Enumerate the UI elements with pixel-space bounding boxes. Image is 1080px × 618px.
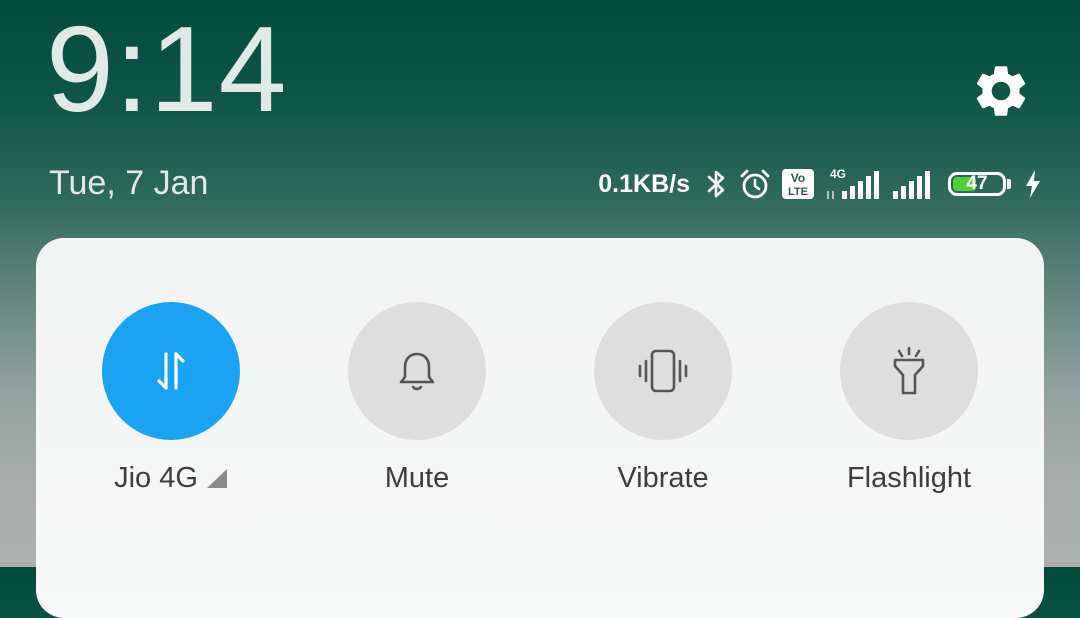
status-bar: 0.1KB/s Vo LTE 4G 47 bbox=[598, 164, 1042, 204]
charging-icon bbox=[1026, 170, 1040, 198]
bell-icon bbox=[399, 352, 435, 391]
alarm-icon bbox=[740, 169, 770, 199]
toggle-vibrate-button[interactable] bbox=[594, 302, 732, 440]
signal-icon bbox=[893, 171, 930, 199]
toggle-flashlight[interactable]: Flashlight bbox=[809, 302, 1009, 495]
toggle-mobile-data-label: Jio 4G bbox=[114, 462, 198, 494]
volte-icon: Vo LTE bbox=[782, 169, 814, 199]
battery-level: 47 bbox=[966, 173, 988, 194]
toggle-vibrate-label: Vibrate bbox=[617, 462, 709, 494]
flashlight-icon bbox=[893, 346, 925, 395]
toggle-flashlight-button[interactable] bbox=[840, 302, 978, 440]
network-type-text: 4G bbox=[830, 167, 846, 181]
toggle-mobile-data[interactable]: Jio 4G bbox=[71, 302, 271, 495]
battery-indicator: 47 bbox=[948, 170, 1014, 198]
signal-strength-icon bbox=[206, 468, 227, 488]
toggle-flashlight-label: Flashlight bbox=[846, 462, 972, 494]
signal-4g-icon: 4G bbox=[827, 167, 879, 199]
date-text[interactable]: Tue, 7 Jan bbox=[49, 166, 208, 200]
toggle-mute-label: Mute bbox=[384, 462, 450, 494]
vibrate-icon bbox=[638, 349, 688, 393]
toggle-mute[interactable]: Mute bbox=[317, 302, 517, 495]
gear-icon[interactable] bbox=[970, 60, 1032, 122]
toggle-mobile-data-button[interactable] bbox=[102, 302, 240, 440]
volte-bottom-text: LTE bbox=[788, 186, 808, 198]
clock-time[interactable]: 9:14 bbox=[46, 8, 287, 130]
toggle-mute-button[interactable] bbox=[348, 302, 486, 440]
quick-settings-panel: Jio 4G Mute Vibrate Flashlight bbox=[36, 238, 1044, 618]
network-speed: 0.1KB/s bbox=[598, 169, 690, 198]
battery-cap bbox=[1007, 179, 1011, 189]
volte-top-text: Vo bbox=[791, 171, 805, 185]
mobile-data-icon bbox=[157, 352, 185, 390]
bluetooth-icon bbox=[707, 170, 725, 198]
toggle-vibrate[interactable]: Vibrate bbox=[563, 302, 763, 495]
